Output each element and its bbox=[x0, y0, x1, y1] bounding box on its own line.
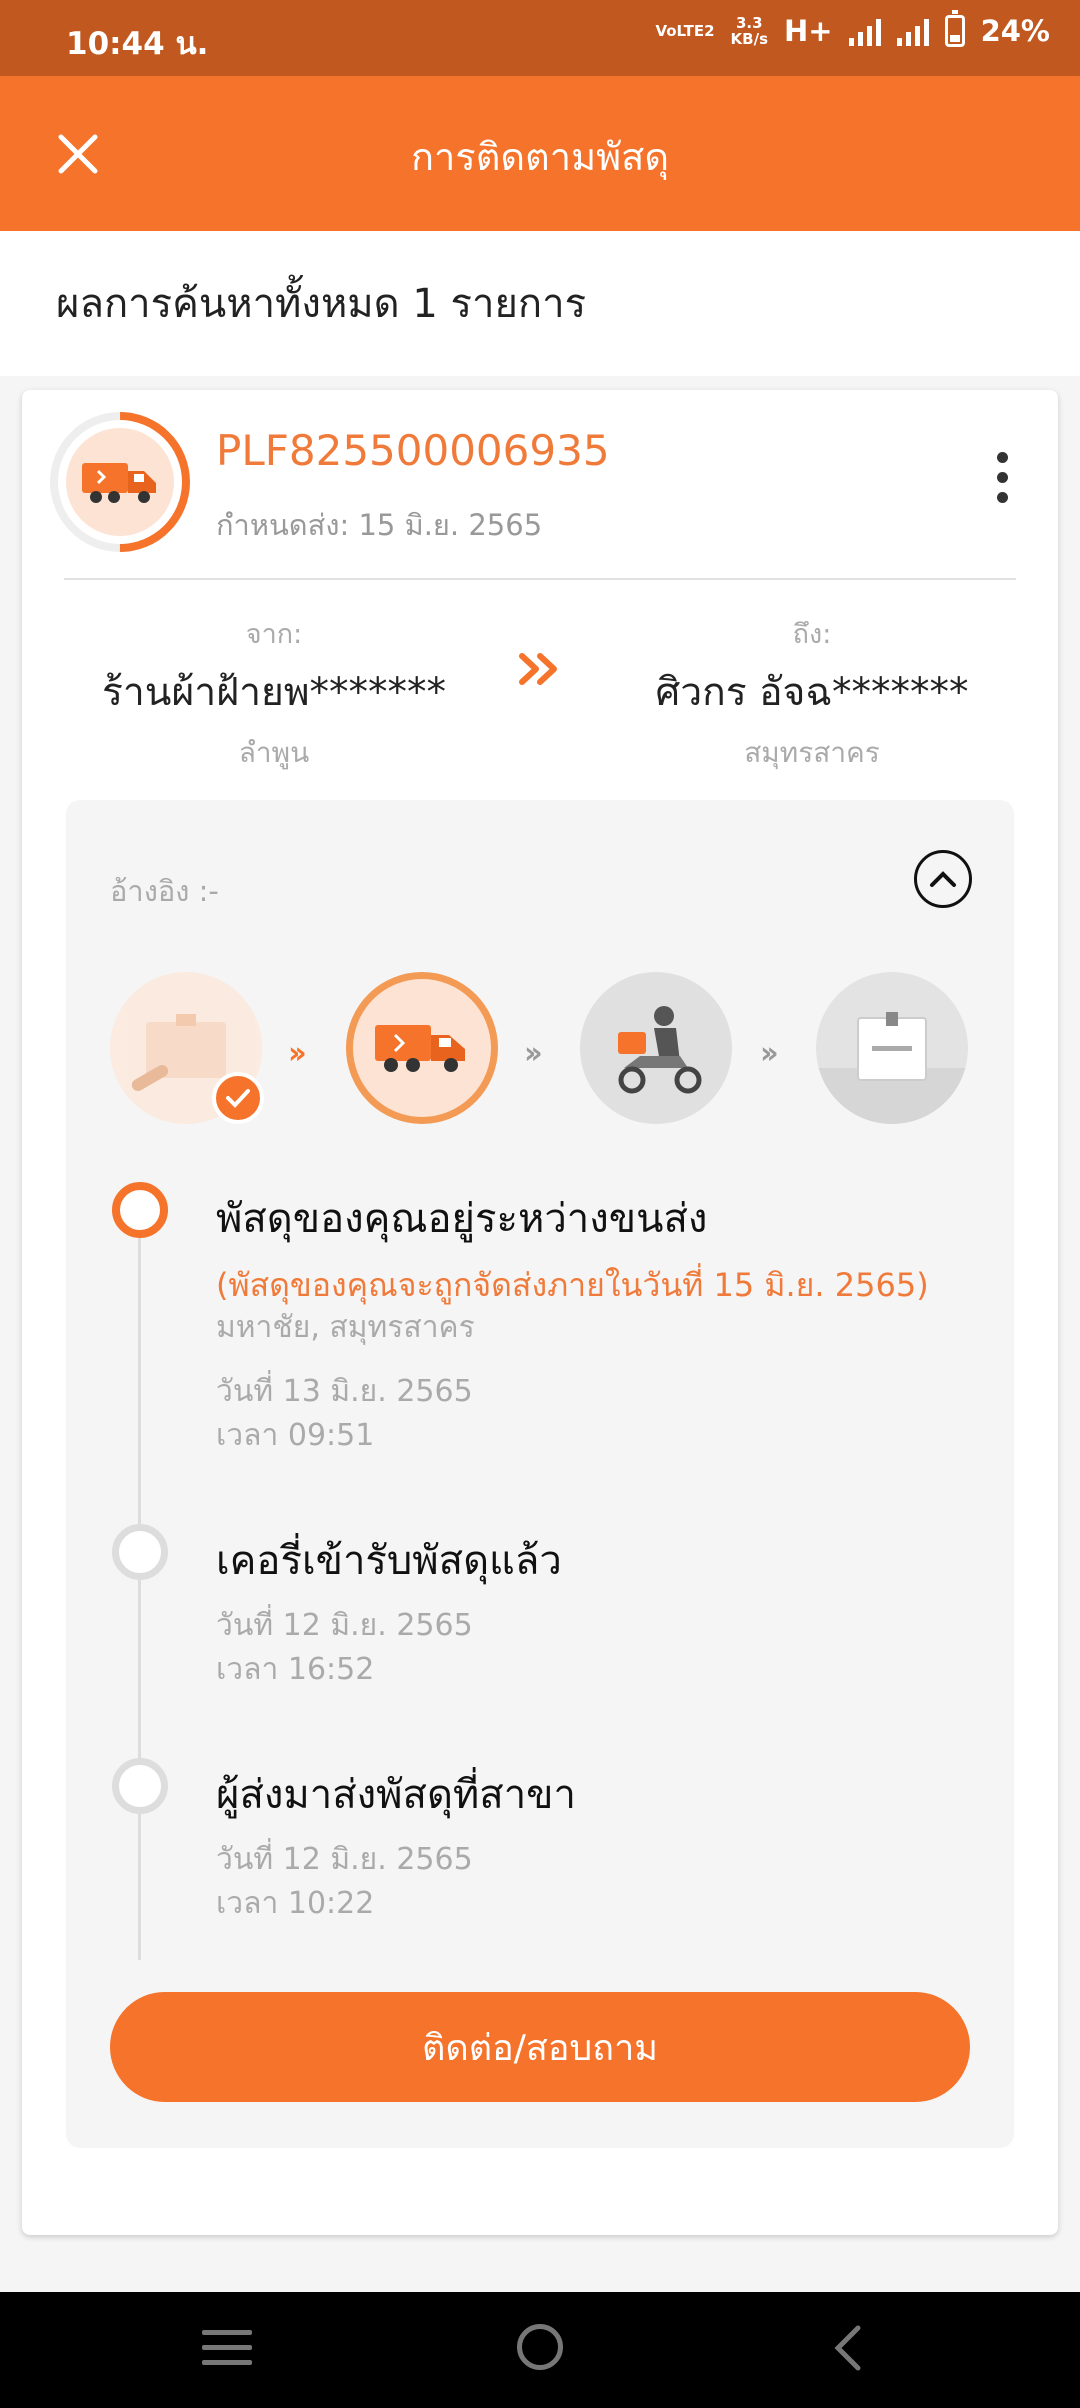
due-date: กำหนดส่ง: 15 มิ.ย. 2565 bbox=[216, 508, 543, 542]
timeline-delivery-note: (พัสดุของคุณจะถูกจัดส่งภายในวันที่ 15 มิ… bbox=[216, 1266, 929, 1304]
app-header: การติดตามพัสดุ bbox=[0, 76, 1080, 231]
network-speed: 3.3 KB/s bbox=[731, 15, 768, 47]
recipient-location: สมุทรสาคร bbox=[744, 736, 880, 769]
sender-location: ลำพูน bbox=[238, 736, 310, 769]
step-delivered bbox=[816, 972, 968, 1124]
more-options-button[interactable] bbox=[992, 452, 1012, 503]
collapse-button[interactable] bbox=[914, 850, 972, 908]
battery-percent: 24% bbox=[980, 14, 1050, 48]
scooter-courier-icon bbox=[618, 1006, 702, 1094]
step-arrow-icon: ›› bbox=[760, 1036, 779, 1071]
contact-button[interactable]: ติดต่อ/สอบถาม bbox=[110, 1992, 970, 2102]
volte-indicator: VoLTE2 bbox=[655, 22, 715, 40]
timeline-title: เคอรี่เข้ารับพัสดุแล้ว bbox=[216, 1538, 562, 1584]
timeline-date: วันที่ 12 มิ.ย. 2565 bbox=[216, 1842, 473, 1877]
timeline-date: วันที่ 13 มิ.ย. 2565 bbox=[216, 1374, 473, 1409]
status-bar: 10:44 น. VoLTE2 3.3 KB/s H+ 24% bbox=[0, 0, 1080, 76]
step-arrow-icon: ›› bbox=[288, 1036, 307, 1071]
page-title: การติดตามพัสดุ bbox=[410, 135, 670, 179]
recipient-label: ถึง: bbox=[792, 619, 832, 650]
truck-icon bbox=[82, 463, 156, 503]
step-out-for-delivery bbox=[580, 972, 732, 1124]
results-area: ผลการค้นหาทั้งหมด 1 รายการ bbox=[0, 231, 1080, 376]
more-vert-icon bbox=[996, 452, 1008, 463]
details-panel: อ้างอิง :- ›› ›› ›› พัสดุของคุณอยู่ระหว่… bbox=[66, 800, 1014, 2148]
network-speed-value: 3.3 bbox=[735, 14, 763, 32]
network-type: H+ bbox=[784, 14, 833, 48]
timeline-location: มหาชัย, สมุทรสาคร bbox=[216, 1310, 475, 1345]
timeline-title: พัสดุของคุณอยู่ระหว่างขนส่ง bbox=[216, 1196, 708, 1242]
results-summary: ผลการค้นหาทั้งหมด 1 รายการ bbox=[56, 281, 587, 327]
double-chevron-right-icon bbox=[518, 652, 564, 690]
timeline-dot bbox=[112, 1758, 168, 1814]
signal-icon bbox=[848, 16, 881, 46]
timeline-dot bbox=[112, 1524, 168, 1580]
timeline-dot-active bbox=[112, 1182, 168, 1238]
system-nav-bar bbox=[0, 2292, 1080, 2408]
timeline-date: วันที่ 12 มิ.ย. 2565 bbox=[216, 1608, 473, 1643]
battery-icon bbox=[944, 10, 965, 47]
truck-icon bbox=[375, 1025, 465, 1072]
timeline-title: ผู้ส่งมาส่งพัสดุที่สาขา bbox=[216, 1772, 576, 1818]
recipient-name: ศิวกร อัจฉ******* bbox=[655, 670, 969, 715]
box-delivered-icon bbox=[816, 1012, 968, 1124]
recipient-block: ถึง: ศิวกร อัจฉ******* สมุทรสาคร bbox=[602, 612, 1022, 775]
recent-apps-icon[interactable] bbox=[202, 2330, 252, 2365]
step-arrow-icon: ›› bbox=[524, 1036, 543, 1071]
sender-label: จาก: bbox=[245, 619, 303, 650]
signal-icon-sim2 bbox=[896, 16, 929, 46]
truck-avatar bbox=[66, 428, 174, 536]
tracking-number: PLF825500006935 bbox=[216, 426, 610, 475]
chevron-up-icon bbox=[930, 871, 956, 887]
status-time: 10:44 น. bbox=[66, 26, 209, 62]
timeline-time: เวลา 09:51 bbox=[216, 1418, 375, 1453]
status-icons: VoLTE2 3.3 KB/s H+ 24% bbox=[655, 10, 1050, 48]
check-icon bbox=[212, 1072, 264, 1124]
parcel-card[interactable]: PLF825500006935 กำหนดส่ง: 15 มิ.ย. 2565 … bbox=[21, 383, 1058, 2235]
timeline-line bbox=[138, 1220, 141, 1960]
reference-label: อ้างอิง :- bbox=[110, 874, 219, 908]
timeline-time: เวลา 16:52 bbox=[216, 1652, 375, 1687]
network-speed-unit: KB/s bbox=[730, 30, 768, 48]
step-in-transit bbox=[346, 972, 498, 1124]
home-icon[interactable] bbox=[517, 2324, 563, 2370]
sender-block: จาก: ร้านผ้าฝ้ายพ******* ลำพูน bbox=[64, 612, 484, 775]
timeline-time: เวลา 10:22 bbox=[216, 1886, 375, 1921]
back-icon[interactable] bbox=[830, 2324, 866, 2376]
divider bbox=[64, 578, 1016, 580]
sender-name: ร้านผ้าฝ้ายพ******* bbox=[101, 670, 447, 715]
